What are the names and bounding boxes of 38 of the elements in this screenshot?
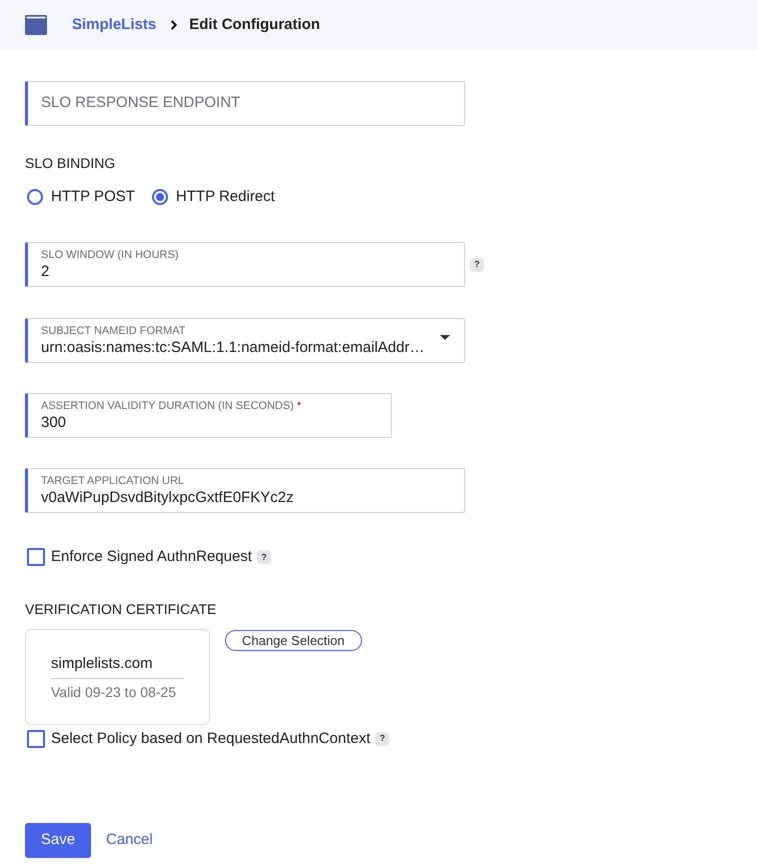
section-label: SLO BINDING [25,154,116,173]
help-icon[interactable]: ? [470,258,484,272]
radio-button[interactable] [152,189,168,205]
field-placeholder: SLO RESPONSE ENDPOINT [41,93,240,114]
select-field[interactable]: SUBJECT NAMEID FORMAT urn:oasis:names:tc:SAML:1.1:nameid-format:emailAddr… [25,318,465,363]
section-label: VERIFICATION CERTIFICATE [25,600,216,618]
checkbox-label: Select Policy based on RequestedAuthnContext [51,728,370,748]
input-field[interactable]: SLO WINDOW (IN HOURS) 2 [25,242,465,287]
page-title: Edit Configuration [189,14,320,35]
field-label: ASSERTION VALIDITY DURATION (IN SECONDS) [41,399,294,413]
field-label: SUBJECT NAMEID FORMAT [41,324,186,338]
certificate-name: simplelists.com [51,654,153,674]
help-icon[interactable]: ? [375,732,390,746]
certificate-card[interactable]: simplelists.com Valid 09-23 to 08-25 [25,628,210,724]
radio-label: HTTP Redirect [176,186,275,207]
field-label: SLO WINDOW (IN HOURS) [41,248,178,262]
window-icon [25,15,47,35]
checkbox-label: Enforce Signed AuthnRequest [51,547,252,567]
input-field[interactable]: SLO RESPONSE ENDPOINT [25,81,465,126]
input-field[interactable]: ASSERTION VALIDITY DURATION (IN SECONDS) * 300 [25,393,392,438]
save-button[interactable]: Save [25,823,91,858]
input-field[interactable]: TARGET APPLICATION URL v0aWiPupDsvdBitylxpcGxtfE0FKYc2z [25,468,465,513]
checkbox[interactable] [27,730,45,748]
certificate-validity: Valid 09-23 to 08-25 [51,682,176,702]
radio-label: HTTP POST [51,186,135,207]
change-selection-button[interactable]: Change Selection [225,630,362,650]
radio-button[interactable] [27,189,43,205]
help-icon[interactable]: ? [256,550,271,564]
field-value: v0aWiPupDsvdBitylxpcGxtfE0FKYc2z [41,488,295,507]
dropdown-caret-icon [440,335,450,340]
required-mark: * [296,399,302,413]
field-label: TARGET APPLICATION URL [41,474,184,488]
field-value: urn:oasis:names:tc:SAML:1.1:nameid-format:emailAddr… [41,338,426,357]
cancel-link[interactable]: Cancel [106,829,153,852]
field-value: 2 [41,262,50,281]
checkbox[interactable] [27,548,45,566]
breadcrumb-link[interactable]: SimpleLists [72,14,156,36]
field-value: 300 [41,413,68,432]
